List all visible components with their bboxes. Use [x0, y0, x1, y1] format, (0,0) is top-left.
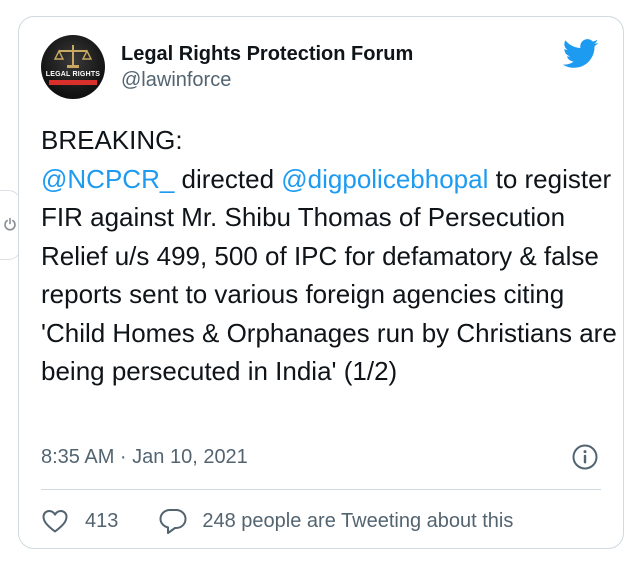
author-info: Legal Rights Protection Forum @lawinforc… — [121, 41, 413, 93]
info-icon[interactable] — [571, 443, 599, 471]
avatar-label: LEGAL RIGHTS — [45, 71, 101, 78]
like-button[interactable]: 413 — [41, 508, 118, 534]
mention-link-ncpcr[interactable]: @NCPCR_ — [41, 164, 174, 194]
tweet-header: LEGAL RIGHTS Legal Rights Protection For… — [41, 35, 601, 99]
speech-bubble-icon — [159, 509, 187, 534]
scales-of-justice-icon — [53, 45, 93, 68]
power-icon — [4, 217, 16, 231]
like-count: 413 — [85, 509, 119, 532]
twitter-bird-icon[interactable] — [563, 39, 599, 69]
tweet-text-segment: to register FIR against Mr. Shibu Thomas… — [41, 163, 617, 387]
tweet-timestamp[interactable]: 8:35 AM · Jan 10, 2021 — [41, 443, 248, 471]
mention-link-digpolicebhopal[interactable]: @digpolicebhopal — [281, 164, 488, 194]
tweet-actions: 413 248 people are Tweeting about this — [41, 505, 513, 537]
tweeting-about-label: 248 people are Tweeting about this — [202, 509, 514, 532]
tweeting-about-link[interactable]: 248 people are Tweeting about this — [158, 507, 513, 535]
heart-icon — [42, 510, 68, 533]
tweet-card[interactable]: LEGAL RIGHTS Legal Rights Protection For… — [18, 16, 624, 549]
tweet-body: BREAKING: @NCPCR_ directed @digpolicebhop… — [41, 121, 621, 391]
avatar[interactable]: LEGAL RIGHTS — [41, 35, 105, 99]
divider — [41, 489, 601, 490]
author-handle[interactable]: @lawinforce — [121, 67, 413, 93]
tweet-text-segment: directed — [174, 163, 282, 194]
avatar-stripe — [49, 80, 97, 85]
breaking-label: BREAKING: — [41, 125, 183, 155]
author-display-name[interactable]: Legal Rights Protection Forum — [121, 41, 413, 67]
